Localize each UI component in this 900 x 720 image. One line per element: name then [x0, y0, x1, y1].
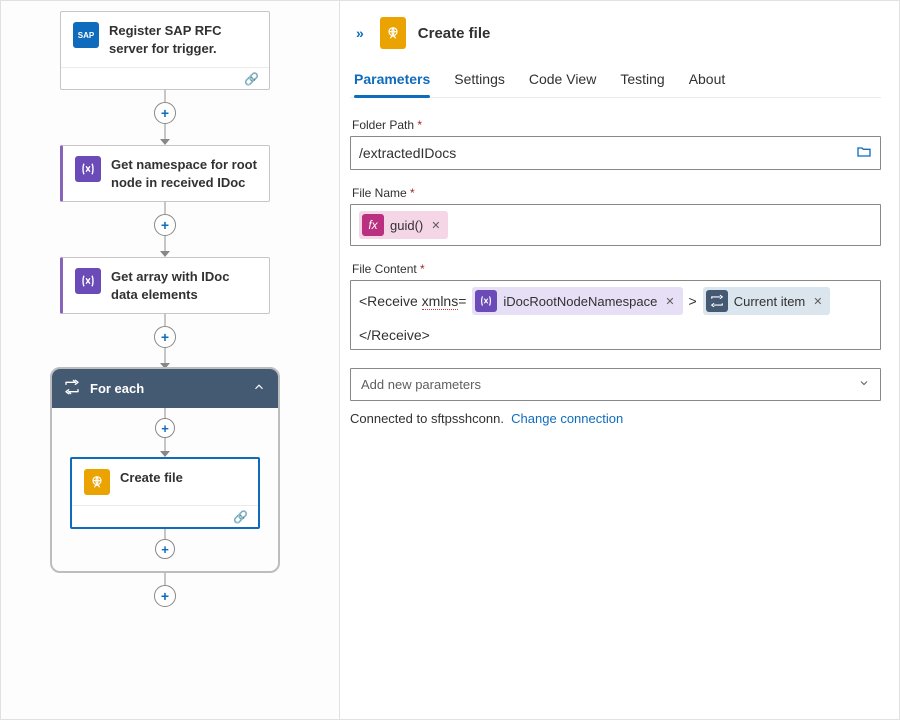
variable-icon [75, 268, 101, 294]
token-remove-icon[interactable]: ✕ [811, 295, 822, 308]
tab-settings[interactable]: Settings [454, 63, 505, 97]
input-value: /extractedIDocs [359, 145, 456, 161]
tab-bar: Parameters Settings Code View Testing Ab… [350, 63, 881, 98]
token-var-namespace[interactable]: iDocRootNodeNamespace ✕ [472, 287, 682, 315]
card-title: Register SAP RFC server for trigger. [109, 22, 257, 57]
tab-parameters[interactable]: Parameters [354, 63, 430, 97]
card-register-sap[interactable]: SAP Register SAP RFC server for trigger.… [60, 11, 270, 90]
add-params-label: Add new parameters [361, 377, 481, 392]
collapse-panel-button[interactable]: » [352, 23, 368, 43]
chevron-up-icon[interactable] [252, 380, 266, 397]
foreach-container[interactable]: For each + Create fi [50, 367, 280, 573]
tab-testing[interactable]: Testing [620, 63, 664, 97]
connection-status: Connected to sftpsshconn. Change connect… [350, 411, 881, 426]
input-file-name[interactable]: fx guid() ✕ [350, 204, 881, 246]
expr-text: <Receive xmlns= [359, 293, 466, 309]
token-remove-icon[interactable]: ✕ [663, 295, 674, 308]
variable-icon [75, 156, 101, 182]
file-globe-icon [84, 469, 110, 495]
label-file-name: File Name * [352, 186, 881, 200]
change-connection-link[interactable]: Change connection [511, 411, 623, 426]
input-file-content[interactable]: <Receive xmlns= iDocRootNodeNamespace ✕ … [350, 280, 881, 350]
fx-icon: fx [362, 214, 384, 236]
card-title: Create file [120, 469, 183, 487]
card-get-array[interactable]: Get array with IDoc data elements [60, 257, 270, 314]
chevron-down-icon [858, 377, 870, 392]
folder-picker-icon[interactable] [856, 144, 872, 163]
file-globe-icon [380, 17, 406, 49]
sap-icon: SAP [73, 22, 99, 48]
panel-title: Create file [418, 25, 491, 42]
label-folder-path: Folder Path * [352, 118, 881, 132]
tab-about[interactable]: About [689, 63, 726, 97]
add-step-button[interactable]: + [155, 539, 175, 559]
add-step-button[interactable]: + [155, 418, 175, 438]
expr-text: </Receive> [359, 327, 430, 343]
add-step-button[interactable]: + [154, 585, 176, 607]
details-panel: » Create file Parameters Settings Code V… [339, 1, 899, 719]
card-get-namespace[interactable]: Get namespace for root node in received … [60, 145, 270, 202]
variable-icon [475, 290, 497, 312]
token-current-item[interactable]: Current item ✕ [703, 287, 831, 315]
add-step-button[interactable]: + [154, 214, 176, 236]
foreach-header[interactable]: For each [52, 369, 278, 408]
token-remove-icon[interactable]: ✕ [429, 219, 440, 232]
label-file-content: File Content * [352, 262, 881, 276]
card-title: Get namespace for root node in received … [111, 156, 257, 191]
token-label: Current item [734, 294, 806, 309]
token-label: iDocRootNodeNamespace [503, 294, 657, 309]
card-create-file[interactable]: Create file 🔗 [70, 457, 260, 529]
tab-code-view[interactable]: Code View [529, 63, 596, 97]
input-folder-path[interactable]: /extractedIDocs [350, 136, 881, 170]
add-new-parameters[interactable]: Add new parameters [350, 368, 881, 401]
workflow-canvas: SAP Register SAP RFC server for trigger.… [1, 1, 339, 719]
link-icon: 🔗 [244, 72, 259, 86]
token-fx-guid[interactable]: fx guid() ✕ [359, 211, 448, 239]
loop-icon [64, 379, 80, 398]
loop-icon [706, 290, 728, 312]
add-step-button[interactable]: + [154, 102, 176, 124]
add-step-button[interactable]: + [154, 326, 176, 348]
link-icon: 🔗 [233, 510, 248, 524]
token-label: guid() [390, 218, 423, 233]
card-title: Get array with IDoc data elements [111, 268, 257, 303]
expr-text: > [689, 293, 697, 309]
foreach-title: For each [90, 381, 242, 396]
